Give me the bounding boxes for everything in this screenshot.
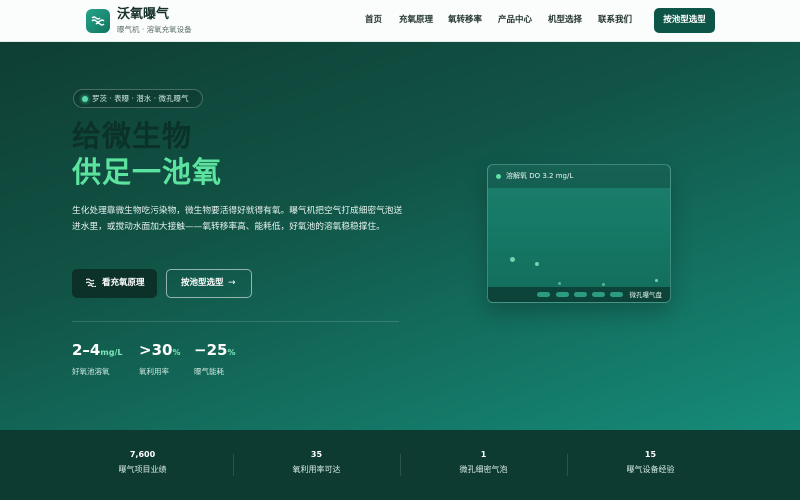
status-dot-icon xyxy=(82,96,88,102)
bubble xyxy=(535,262,539,266)
select-by-pool-button[interactable]: 按池型选型 → xyxy=(166,269,252,298)
band-stat-number: 15 xyxy=(644,450,657,459)
band-stat-label: 曝气项目业绩 xyxy=(118,465,167,474)
nav-transfer-rate[interactable]: 氧转移率 xyxy=(448,14,482,26)
card-footer-label: 微孔曝气盘 xyxy=(629,291,663,299)
card-title: 溶解氧 DO 3.2 mg/L xyxy=(506,172,574,180)
hero-section: 罗茨 · 表曝 · 潜水 · 微孔曝气 给微生物 供足一池氧 生化处理靠微生物吃… xyxy=(0,42,800,430)
band-stat-number: 7,600 xyxy=(129,450,156,459)
nav-contact[interactable]: 联系我们 xyxy=(598,14,632,26)
logo-icon[interactable] xyxy=(86,9,110,33)
bubble xyxy=(510,257,515,262)
card-header: 溶解氧 DO 3.2 mg/L xyxy=(488,165,670,188)
hero-title-line1: 给微生物 xyxy=(72,119,193,153)
select-by-pool-label: 按池型选型 xyxy=(181,278,224,288)
band-stat-bubbles: 1 微孔细密气泡 xyxy=(400,430,567,500)
aeration-tank-card: 溶解氧 DO 3.2 mg/L 微孔曝气盘 xyxy=(487,164,671,303)
divider xyxy=(72,321,399,322)
diffuser-indicator xyxy=(610,292,623,297)
stat-oxygen-utilization: >30% 氧利用率 xyxy=(139,340,181,376)
stats-band: 7,600 曝气项目业绩 35 氧利用率可达 1 微孔细密气泡 15 曝气设备经… xyxy=(0,430,800,500)
band-stat-experience: 15 曝气设备经验 xyxy=(567,430,734,500)
stat-unit: % xyxy=(227,348,236,357)
header-cta-button[interactable]: 按池型选型 xyxy=(654,8,715,33)
stat-unit: % xyxy=(172,348,181,357)
nav-model-select[interactable]: 机型选择 xyxy=(548,14,582,26)
brand-name[interactable]: 沃氧曝气 xyxy=(117,7,169,22)
band-stat-number: 1 xyxy=(480,450,487,459)
stat-dissolved-oxygen: 2–4mg/L 好氧池溶氧 xyxy=(72,340,123,376)
band-stat-utilization: 35 氧利用率可达 xyxy=(233,430,400,500)
arrow-right-icon: → xyxy=(228,278,236,288)
diffuser-indicator xyxy=(556,292,569,297)
status-dot-icon xyxy=(496,174,501,179)
band-stat-projects: 7,600 曝气项目业绩 xyxy=(59,430,226,500)
nav-home[interactable]: 首页 xyxy=(365,14,382,26)
aeration-waves-icon xyxy=(91,16,105,26)
nav-principle[interactable]: 充氧原理 xyxy=(399,14,433,26)
stat-value: >30 xyxy=(139,341,173,359)
bubble xyxy=(602,283,605,286)
band-stat-label: 曝气设备经验 xyxy=(626,465,675,474)
bubble xyxy=(558,282,561,285)
stat-energy-saving: −25% 曝气能耗 xyxy=(194,340,236,376)
band-stat-label: 氧利用率可达 xyxy=(292,465,341,474)
aeration-waves-icon xyxy=(86,278,96,287)
diffuser-indicator xyxy=(574,292,587,297)
tag-text: 罗茨 · 表曝 · 潜水 · 微孔曝气 xyxy=(92,94,189,103)
diffuser-indicator xyxy=(592,292,605,297)
stat-unit: mg/L xyxy=(100,348,123,357)
view-principle-button[interactable]: 看充氧原理 xyxy=(72,269,157,298)
band-stat-label: 微孔细密气泡 xyxy=(459,465,508,474)
hero-title-line2: 供足一池氧 xyxy=(72,155,223,189)
stat-label: 氧利用率 xyxy=(139,367,169,376)
hero-description: 生化处理靠微生物吃污染物，微生物要活得好就得有氧。曝气机把空气打成细密气泡送进水… xyxy=(72,206,403,232)
stat-value: −25 xyxy=(194,341,228,359)
stat-label: 好氧池溶氧 xyxy=(72,367,110,376)
tag-pill: 罗茨 · 表曝 · 潜水 · 微孔曝气 xyxy=(73,89,203,108)
band-stat-number: 35 xyxy=(310,450,323,459)
nav-products[interactable]: 产品中心 xyxy=(498,14,532,26)
bubble xyxy=(655,279,658,282)
brand-subtitle: 曝气机 · 溶氧充氧设备 xyxy=(117,25,192,34)
view-principle-label: 看充氧原理 xyxy=(102,278,145,288)
diffuser-indicator xyxy=(537,292,550,297)
stat-label: 曝气能耗 xyxy=(194,367,224,376)
site-header: 沃氧曝气 曝气机 · 溶氧充氧设备 首页 充氧原理 氧转移率 产品中心 机型选择… xyxy=(0,0,800,42)
stat-value: 2–4 xyxy=(72,341,101,359)
